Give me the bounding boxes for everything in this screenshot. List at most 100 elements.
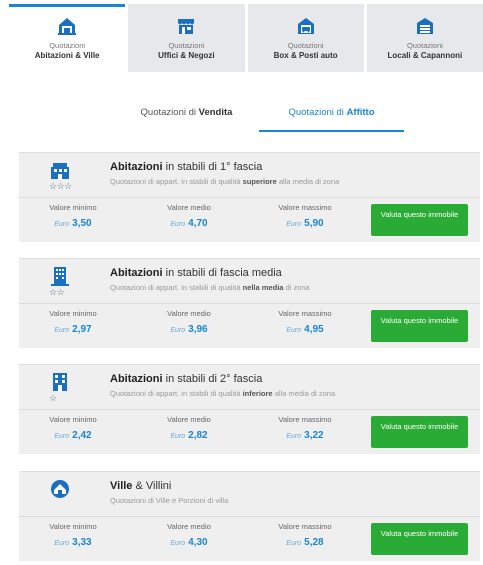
min-value: Valore minimo Euro 2,97 [23, 309, 123, 335]
quotation-type-tabs: Quotazioni di Vendita Quotazioni di Affi… [114, 98, 404, 132]
currency: Euro [286, 540, 302, 547]
tab-label: Box & Posti auto [273, 51, 338, 60]
mid-label: Valore medio [167, 522, 211, 531]
mid-value: Valore medio Euro 3,96 [139, 309, 239, 335]
building-icon [49, 159, 71, 181]
card-title-rest: & Villini [132, 480, 172, 492]
card-title: Abitazioni in stabili di fascia media [110, 267, 282, 279]
currency: Euro [170, 221, 186, 228]
card-description: Quotazioni di appart. in stabili di qual… [110, 177, 339, 186]
desc-post: alla media di zona [276, 177, 340, 186]
desc-bold: inferiore [242, 389, 273, 398]
tab-label: Locali & Capannoni [387, 51, 463, 60]
min-label: Valore minimo [49, 415, 97, 424]
desc-bold: superiore [242, 177, 277, 186]
card-description: Quotazioni di Ville e Porzioni di villa [110, 496, 228, 505]
divider [19, 409, 480, 410]
max-amount: 5,28 [304, 537, 324, 548]
tab-label-top: Quotazioni [287, 41, 324, 50]
desc-pre: Quotazioni di Ville e Porzioni di villa [110, 496, 229, 505]
divider [19, 197, 480, 198]
currency: Euro [286, 221, 302, 228]
quotation-card-prima-fascia: ☆☆☆ Abitazioni in stabili di 1° fascia Q… [19, 152, 480, 242]
min-label: Valore minimo [49, 203, 97, 212]
desc-pre: Quotazioni di appart. in stabili di qual… [110, 283, 243, 292]
max-value: Valore massimo Euro 5,28 [255, 522, 355, 548]
tab-locali-capannoni[interactable]: Quotazioni Locali & Capannoni [366, 4, 483, 72]
evaluate-button[interactable]: Valuta questo immobile [371, 310, 468, 342]
max-amount: 5,90 [304, 218, 324, 229]
block-icon [49, 371, 71, 393]
tab-affitto[interactable]: Quotazioni di Affitto [259, 98, 404, 132]
min-label: Valore minimo [49, 522, 97, 531]
villa-icon [49, 478, 71, 500]
mid-value: Valore medio Euro 4,30 [139, 522, 239, 548]
max-value: Valore massimo Euro 5,90 [255, 203, 355, 229]
subtab-label: Vendita [198, 107, 233, 118]
currency: Euro [54, 221, 70, 228]
divider [19, 303, 480, 304]
tab-label: Uffici & Negozi [158, 51, 215, 60]
mid-amount: 4,30 [188, 537, 208, 548]
desc-pre: Quotazioni di appart. in stabili di qual… [110, 389, 243, 398]
card-title-rest: in stabili di fascia media [162, 267, 282, 279]
card-title: Abitazioni in stabili di 2° fascia [110, 373, 262, 385]
mid-label: Valore medio [167, 309, 211, 318]
mid-value: Valore medio Euro 2,82 [139, 415, 239, 441]
currency: Euro [170, 433, 186, 440]
evaluate-button[interactable]: Valuta questo immobile [371, 416, 468, 448]
max-label: Valore massimo [278, 309, 332, 318]
max-amount: 4,95 [304, 324, 324, 335]
subtab-prefix: Quotazioni di [140, 107, 199, 118]
card-description: Quotazioni di appart. in stabili di qual… [110, 389, 335, 398]
tab-vendita[interactable]: Quotazioni di Vendita [114, 98, 259, 132]
quality-stars: ☆☆ [49, 287, 65, 297]
currency: Euro [54, 540, 70, 547]
tab-abitazioni-ville[interactable]: Quotazioni Abitazioni & Ville [9, 4, 126, 72]
min-amount: 3,50 [72, 218, 92, 229]
min-value: Valore minimo Euro 2,42 [23, 415, 123, 441]
mid-value: Valore medio Euro 4,70 [139, 203, 239, 229]
quality-stars: ☆ [49, 393, 57, 403]
currency: Euro [286, 327, 302, 334]
currency: Euro [170, 540, 186, 547]
currency: Euro [286, 433, 302, 440]
mid-label: Valore medio [167, 415, 211, 424]
card-title: Abitazioni in stabili di 1° fascia [110, 161, 262, 173]
card-title: Ville & Villini [110, 480, 171, 492]
subtab-label: Affitto [346, 107, 375, 118]
currency: Euro [54, 433, 70, 440]
min-value: Valore minimo Euro 3,50 [23, 203, 123, 229]
min-amount: 2,42 [72, 430, 92, 441]
garage-icon [295, 15, 317, 37]
shop-icon [175, 15, 197, 37]
tab-label-top: Quotazioni [168, 41, 205, 50]
evaluate-button[interactable]: Valuta questo immobile [371, 204, 468, 236]
apartment-icon [49, 265, 71, 287]
card-description: Quotazioni di appart. in stabili di qual… [110, 283, 310, 292]
card-title-rest: in stabili di 2° fascia [162, 373, 263, 385]
currency: Euro [170, 327, 186, 334]
min-amount: 3,33 [72, 537, 92, 548]
warehouse-icon [414, 15, 436, 37]
tab-box-posti-auto[interactable]: Quotazioni Box & Posti auto [247, 4, 364, 72]
quotation-card-ville: Ville & Villini Quotazioni di Ville e Po… [19, 471, 480, 561]
mid-amount: 2,82 [188, 430, 208, 441]
card-title-bold: Abitazioni [110, 161, 163, 173]
quotation-card-seconda-fascia: ☆ Abitazioni in stabili di 2° fascia Quo… [19, 364, 480, 454]
subtab-prefix: Quotazioni di [288, 107, 347, 118]
tab-label: Abitazioni & Ville [34, 51, 100, 60]
max-label: Valore massimo [278, 522, 332, 531]
evaluate-button[interactable]: Valuta questo immobile [371, 523, 468, 555]
max-value: Valore massimo Euro 4,95 [255, 309, 355, 335]
tab-uffici-negozi[interactable]: Quotazioni Uffici & Negozi [128, 4, 245, 72]
mid-amount: 4,70 [188, 218, 208, 229]
desc-post: di zona [283, 283, 310, 292]
quotation-card-fascia-media: ☆☆ Abitazioni in stabili di fascia media… [19, 258, 480, 348]
quality-stars: ☆☆☆ [49, 181, 72, 191]
card-title-bold: Ville [110, 480, 133, 492]
card-title-bold: Abitazioni [110, 373, 163, 385]
max-label: Valore massimo [278, 203, 332, 212]
mid-amount: 3,96 [188, 324, 208, 335]
card-title-bold: Abitazioni [110, 267, 163, 279]
